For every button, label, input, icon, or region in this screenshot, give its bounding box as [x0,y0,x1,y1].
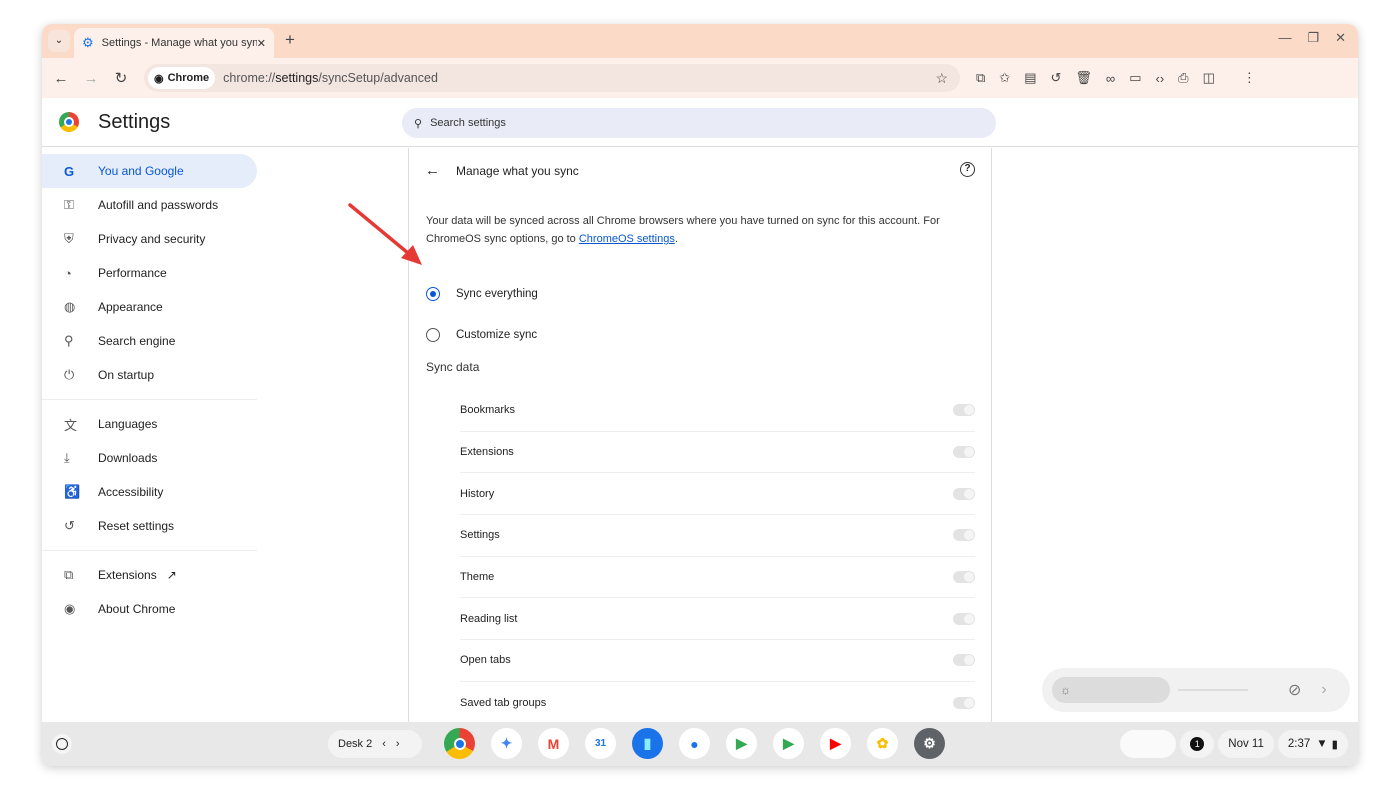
red-annotation-arrow [348,203,422,265]
